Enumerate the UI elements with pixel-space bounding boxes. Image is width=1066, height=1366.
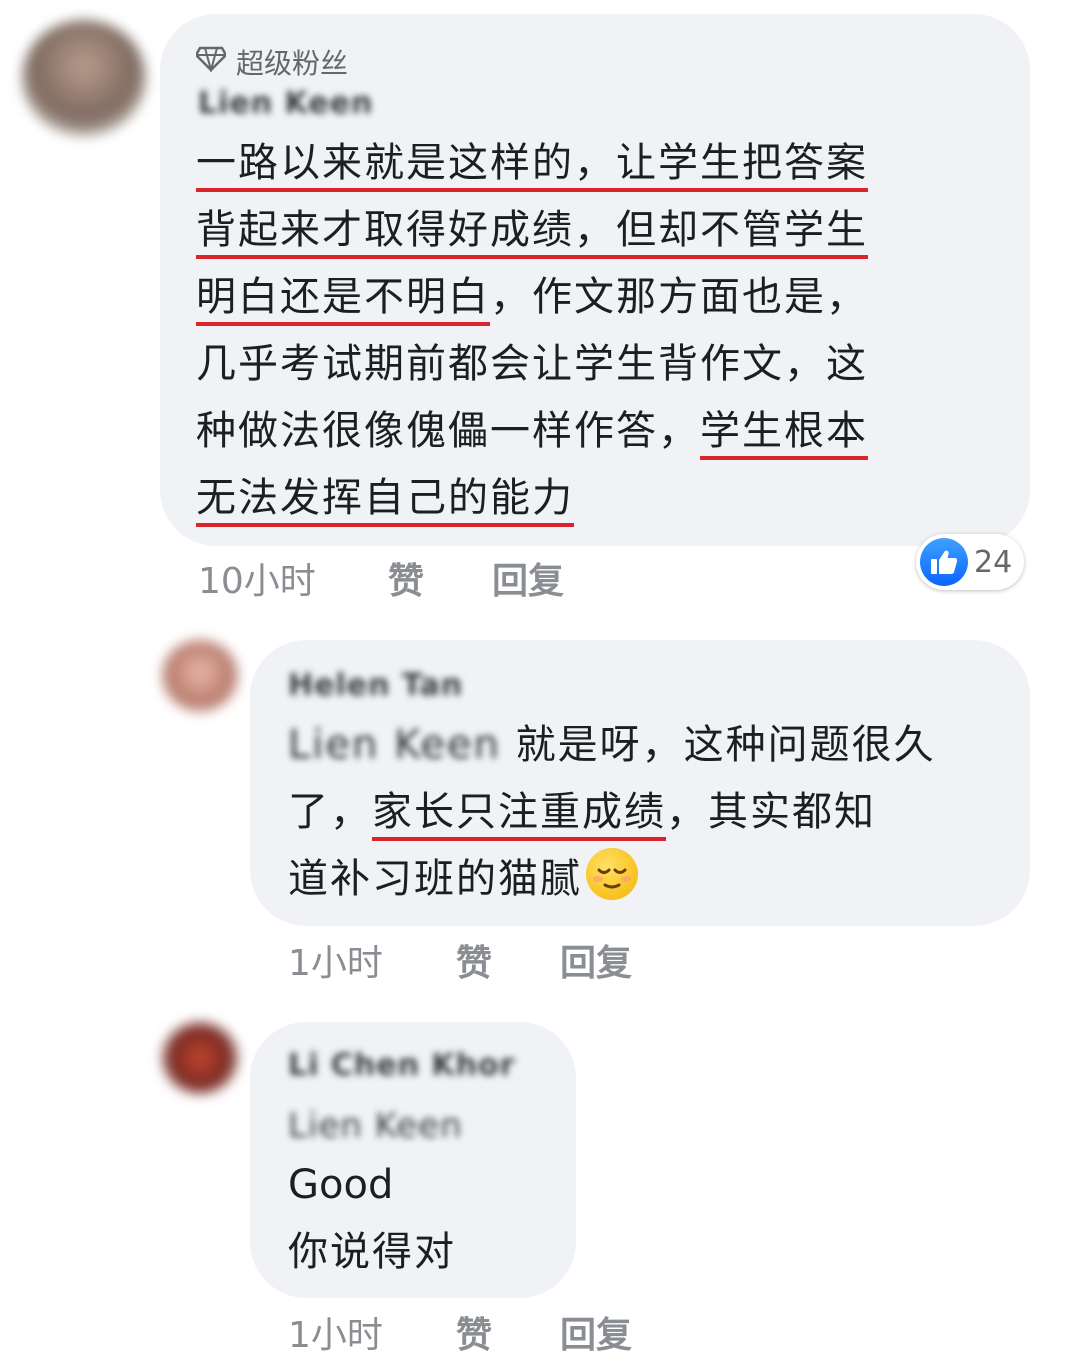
reply-line: 了， [288,789,372,835]
mention-tag[interactable]: Lien Keen [288,1106,463,1146]
reaction-count: 24 [974,544,1013,580]
comment-line: 一路以来就是这样的，让学生把答案 [196,140,868,186]
like-button[interactable]: 赞 [388,552,492,604]
reply-line: 家长只注重成绩 [372,789,666,835]
reply-actions: 1小时 赞 回复 [288,1306,632,1358]
reply-text: Lien Keen 就是呀，这种问题很久 了，家长只注重成绩，其实都知 道补习班… [288,712,936,913]
comment-text: 一路以来就是这样的，让学生把答案 背起来才取得好成绩，但却不管学生 明白还是不明… [196,130,868,532]
comment-line: 几乎考试期前都会让学生背作文，这 [196,341,868,387]
like-button[interactable]: 赞 [456,1306,560,1358]
reply-button[interactable]: 回复 [560,1306,632,1358]
timestamp[interactable]: 10小时 [198,552,388,604]
comment-line: 学生根本 [700,408,868,454]
reaction-summary[interactable]: 24 [916,534,1025,590]
reply-line: 道补习班的猫腻 [288,856,582,902]
reply-author[interactable]: Li Chen Khor [288,1048,515,1083]
timestamp[interactable]: 1小时 [288,1306,456,1358]
comment-line: 明白还是不明白 [196,274,490,320]
reply-actions: 1小时 赞 回复 [288,934,632,986]
reply-author[interactable]: Helen Tan [288,668,463,703]
timestamp[interactable]: 1小时 [288,934,456,986]
reply-line: ，其实都知 [666,789,876,835]
reply-line: Good [288,1162,394,1208]
avatar[interactable] [162,640,238,712]
top-fan-badge: 超级粉丝 [194,42,349,82]
like-button[interactable]: 赞 [456,934,560,986]
reply-text: Good 你说得对 [288,1152,456,1286]
comment-line: 背起来才取得好成绩，但却不管学生 [196,207,868,253]
comment-actions: 10小时 赞 回复 [198,552,564,604]
reply-line: 你说得对 [288,1229,456,1275]
comment-line: 种做法很像傀儡一样作答， [196,408,700,454]
avatar[interactable] [162,1022,238,1094]
comment-line: 无法发挥自己的能力 [196,475,574,521]
reply-button[interactable]: 回复 [492,552,564,604]
diamond-icon [194,46,228,79]
reply-button[interactable]: 回复 [560,934,632,986]
avatar[interactable] [22,20,146,136]
like-icon [920,538,968,586]
comment-line: ，作文那方面也是， [490,274,868,320]
comment-author[interactable]: Lien Keen [198,86,373,121]
badge-label: 超级粉丝 [236,47,349,80]
reply-line: 就是呀，这种问题很久 [500,722,936,768]
mention-tag[interactable]: Lien Keen [288,712,501,779]
relieved-face-icon [586,848,638,900]
